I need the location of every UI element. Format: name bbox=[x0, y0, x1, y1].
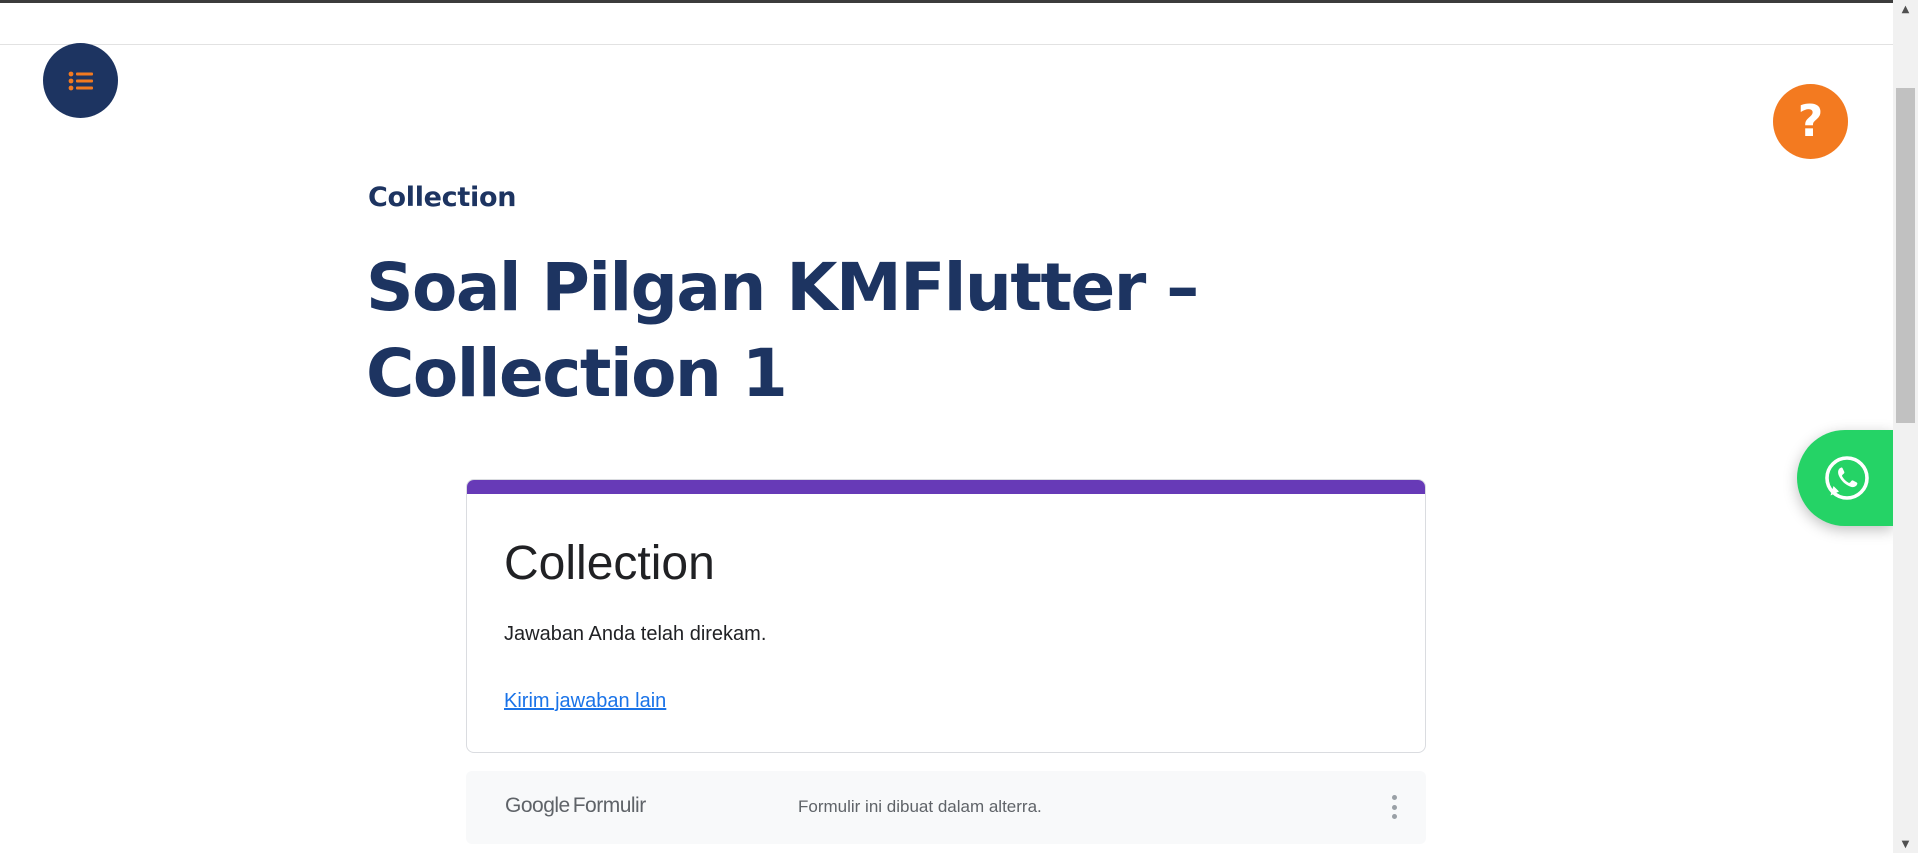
forms-wordmark: Formulir bbox=[572, 794, 647, 817]
dot bbox=[1391, 804, 1397, 810]
google-wordmark: Google bbox=[505, 794, 570, 817]
question-icon: ? bbox=[1797, 95, 1824, 147]
dot bbox=[1391, 795, 1397, 800]
form-title: Collection bbox=[504, 537, 715, 590]
help-button[interactable]: ? bbox=[1773, 84, 1848, 159]
dot bbox=[1391, 814, 1397, 819]
scroll-down-icon[interactable]: ▼ bbox=[1893, 835, 1918, 853]
more-vertical-icon[interactable] bbox=[1384, 789, 1404, 825]
menu-button[interactable] bbox=[43, 43, 118, 118]
submit-another-response-link[interactable]: Kirim jawaban lain bbox=[504, 690, 666, 713]
vertical-scrollbar[interactable]: ▲ ▼ bbox=[1893, 0, 1918, 853]
whatsapp-button[interactable] bbox=[1797, 430, 1893, 526]
list-icon bbox=[68, 71, 93, 90]
footer-note: Formulir ini dibuat dalam alterra. bbox=[798, 797, 1042, 816]
page: ? Collection Soal Pilgan KMFlutter – Col… bbox=[0, 0, 1918, 853]
form-card: Collection Jawaban Anda telah direkam. K… bbox=[466, 479, 1426, 753]
top-border bbox=[0, 0, 1918, 3]
form-accent-bar bbox=[467, 480, 1425, 494]
scroll-up-icon[interactable]: ▲ bbox=[1893, 0, 1918, 18]
whatsapp-icon bbox=[1825, 456, 1869, 500]
header-divider bbox=[0, 44, 1893, 45]
scrollbar-thumb[interactable] bbox=[1896, 88, 1915, 423]
form-footer: Google Formulir Formulir ini dibuat dalam… bbox=[466, 771, 1426, 844]
page-title: Soal Pilgan KMFlutter – Collection 1 bbox=[366, 249, 1199, 412]
form-confirmation-message: Jawaban Anda telah direkam. bbox=[504, 623, 767, 645]
google-forms-logo[interactable]: Google Formulir bbox=[505, 794, 646, 818]
post-category[interactable]: Collection bbox=[368, 182, 516, 213]
